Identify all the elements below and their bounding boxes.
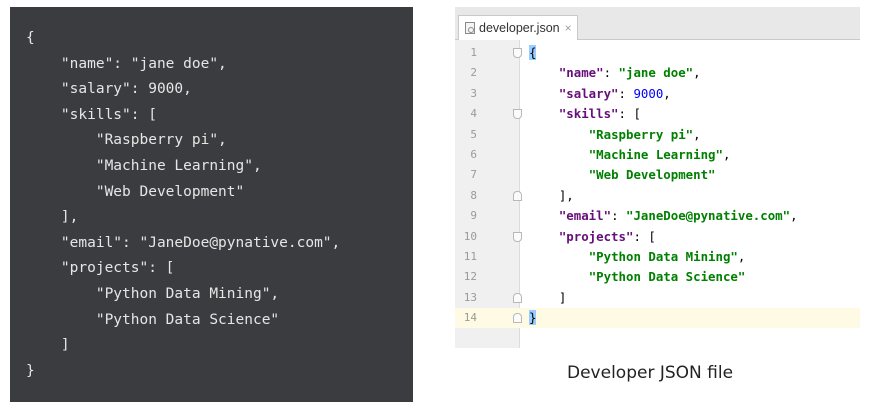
editor-line: 11 "Python Data Mining", (455, 247, 860, 267)
line-code: ] (529, 288, 566, 308)
editor-line: 10 "projects": [ (455, 227, 860, 247)
line-number: 7 (470, 168, 477, 182)
fold-end-marker-icon[interactable] (513, 292, 522, 303)
line-code: ], (529, 186, 574, 206)
line-number: 1 (470, 46, 477, 59)
editor-tab-bar: developer.json × (455, 7, 860, 40)
code-line: "email": "JaneDoe@pynative.com", (26, 234, 341, 251)
tab-developer-json[interactable]: developer.json × (458, 15, 578, 40)
code-token: , (693, 65, 701, 81)
fold-end-marker-icon[interactable] (513, 313, 522, 324)
line-number: 14 (463, 311, 477, 325)
line-code: "Raspberry pi", (529, 125, 701, 145)
editor-line: 5 "Raspberry pi", (455, 125, 860, 145)
code-line: "name": "jane doe", (26, 55, 227, 72)
code-token: "salary" (558, 85, 619, 101)
fold-end-marker-icon[interactable] (513, 190, 522, 201)
fold-start-marker-icon[interactable] (513, 231, 522, 242)
code-token: : (603, 65, 619, 81)
code-line: "Machine Learning", (26, 157, 262, 174)
code-token: "Python Data Mining" (588, 248, 738, 264)
line-code: "Machine Learning", (529, 145, 731, 165)
code-token: : [ (633, 228, 656, 244)
code-line: { (26, 30, 35, 46)
code-token: } (529, 310, 537, 326)
code-line: ] (26, 337, 70, 354)
line-code: "email": "JaneDoe@pynative.com", (529, 206, 798, 226)
editor-line: 13 ] (455, 288, 860, 308)
code-token: , (663, 85, 671, 101)
close-tab-icon[interactable]: × (565, 21, 572, 35)
editor-line: 9 "email": "JaneDoe@pynative.com", (455, 206, 860, 226)
line-number: 12 (463, 270, 477, 284)
editor-line: 3 "salary": 9000, (455, 84, 860, 104)
line-code: "Web Development" (529, 165, 716, 185)
line-number: 2 (470, 66, 477, 80)
code-token: , (737, 248, 746, 264)
line-number: 4 (470, 107, 477, 121)
line-code: "skills": [ (529, 104, 641, 124)
code-line: "Raspberry pi", (26, 132, 227, 149)
code-token: "Machine Learning" (588, 146, 723, 162)
editor-line: 2 "name": "jane doe", (455, 63, 860, 83)
code-token: , (722, 146, 731, 162)
line-code: "projects": [ (529, 227, 656, 247)
code-line: "Python Data Mining", (26, 285, 280, 302)
editor-line: 7 "Web Development" (455, 165, 860, 185)
fold-start-marker-icon[interactable] (513, 109, 522, 120)
code-token: ] (558, 289, 567, 305)
code-token: ], (558, 187, 574, 203)
code-line: } (26, 362, 35, 379)
fold-start-marker-icon[interactable] (513, 48, 522, 58)
line-code: "name": "jane doe", (529, 63, 701, 83)
line-number: 8 (470, 188, 477, 202)
code-line: "Web Development" (26, 183, 245, 200)
code-token: "email" (558, 208, 612, 224)
code-token: "jane doe" (618, 65, 694, 81)
line-number: 13 (463, 290, 477, 304)
code-token: "name" (558, 65, 604, 81)
line-number: 11 (463, 249, 477, 263)
code-token: { (529, 45, 537, 60)
tab-filename: developer.json (479, 21, 560, 35)
code-token: , (790, 208, 798, 224)
figure-caption: Developer JSON file (567, 363, 734, 383)
code-token: , (693, 126, 701, 142)
code-token: "Web Development" (588, 167, 716, 183)
code-token: "Python Data Science" (588, 269, 746, 285)
editor-line: 12 "Python Data Science" (455, 267, 860, 287)
line-number: 3 (470, 86, 477, 100)
line-code: "salary": 9000, (529, 84, 671, 104)
line-number: 9 (470, 209, 477, 223)
editor-line: 1{ (455, 43, 860, 63)
code-token: "projects" (558, 228, 634, 244)
code-token: "skills" (558, 106, 619, 122)
code-token: : (618, 85, 634, 101)
editor-line: 14} (455, 308, 860, 329)
editor-line: 4 "skills": [ (455, 104, 860, 124)
code-line: ], (26, 209, 79, 226)
dark-code-panel: { "name": "jane doe", "salary": 9000, "s… (10, 7, 413, 402)
editor-code-area[interactable]: 1{2 "name": "jane doe", 3 "salary": 9000,… (455, 43, 860, 329)
line-number: 6 (470, 147, 477, 161)
json-file-icon (465, 22, 475, 34)
editor-line: 8 ], (455, 186, 860, 206)
code-line: "projects": [ (26, 260, 175, 277)
code-line: "salary": 9000, (26, 81, 192, 98)
code-token: 9000 (633, 85, 664, 101)
ide-editor-window: developer.json × 1{2 "name": "jane doe",… (455, 7, 860, 348)
line-code: "Python Data Mining", (529, 247, 746, 267)
code-token: "Raspberry pi" (588, 126, 694, 142)
code-token: : (611, 208, 626, 224)
code-line: "skills": [ (26, 106, 157, 123)
line-code: } (529, 308, 537, 328)
editor-line: 6 "Machine Learning", (455, 145, 860, 165)
line-code: "Python Data Science" (529, 267, 746, 287)
line-code: { (529, 43, 537, 63)
line-number: 10 (463, 229, 477, 243)
code-token: "JaneDoe@pynative.com" (625, 208, 791, 224)
code-line: "Python Data Science" (26, 311, 280, 328)
line-number: 5 (470, 127, 477, 141)
code-token: : [ (618, 106, 641, 122)
